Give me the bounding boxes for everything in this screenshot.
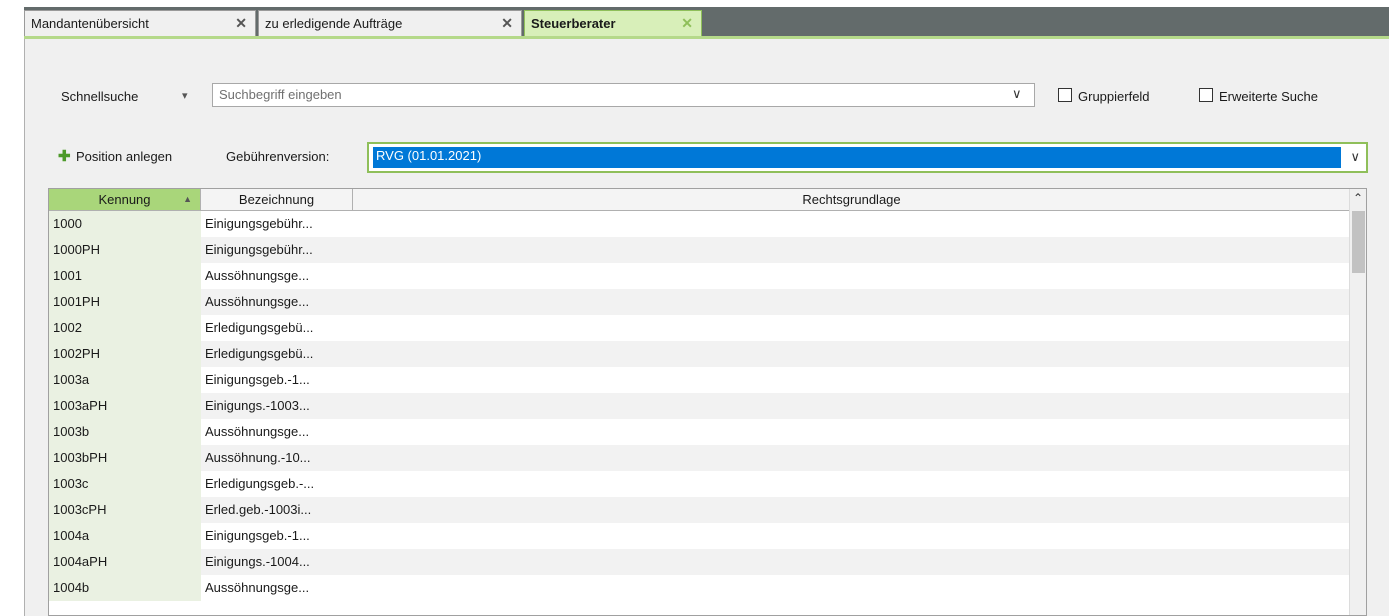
table-row[interactable]: 1004b Aussöhnungsge...	[49, 575, 1351, 601]
kennung-cell: 1000PH	[49, 237, 201, 263]
kennung-cell: 1003a	[49, 367, 201, 393]
kennung-cell: 1003bPH	[49, 445, 201, 471]
kennung-cell: 1000	[49, 211, 201, 237]
rechtsgrundlage-cell	[353, 575, 1351, 601]
rechtsgrundlage-cell	[353, 289, 1351, 315]
fee-version-label: Gebührenversion:	[226, 149, 330, 164]
bezeichnung-cell: Aussöhnungsge...	[205, 268, 310, 283]
tab-mandantenuebersicht[interactable]: Mandantenübersicht ✕	[24, 10, 256, 36]
bezeichnung-cell: Erledigungsgebü...	[201, 341, 353, 367]
bezeichnung-cell: Erled.geb.-1003i...	[201, 497, 353, 523]
add-position-button[interactable]: ✚ Position anlegen	[58, 148, 210, 166]
rechtsgrundlage-cell	[353, 211, 1351, 237]
bezeichnung-cell: Aussöhnungsge...	[205, 580, 310, 595]
bezeichnung-cell: Erledigungsgeb.-...	[205, 476, 315, 491]
column-label: Kennung	[98, 192, 151, 207]
tab-label: Steuerberater	[531, 16, 616, 31]
kennung-cell: 1004aPH	[49, 549, 201, 575]
table-row[interactable]: 1002PH Erledigungsgebü...	[49, 341, 1351, 367]
kennung-cell: 1004b	[49, 575, 201, 601]
kennung-cell: 1001	[49, 263, 201, 289]
kennung-cell: 1002	[49, 315, 201, 341]
erweiterte-suche-checkbox[interactable]	[1199, 88, 1213, 102]
tab-zu-erledigende-auftraege[interactable]: zu erledigende Aufträge ✕	[258, 10, 522, 36]
column-header-kennung[interactable]: Kennung ▲	[49, 189, 201, 211]
bezeichnung-cell: Aussöhnungsge...	[205, 424, 310, 439]
kennung-cell: 1003c	[49, 471, 201, 497]
tab-bar: Mandantenübersicht ✕ zu erledigende Auft…	[24, 7, 1389, 36]
quick-search-dropdown[interactable]: ▾	[182, 89, 188, 102]
bezeichnung-cell: Einigungsgebühr...	[201, 237, 353, 263]
column-header-bezeichnung[interactable]: Bezeichnung	[201, 189, 353, 211]
rechtsgrundlage-cell	[353, 341, 1351, 367]
tab-label: zu erledigende Aufträge	[265, 16, 403, 31]
kennung-cell: 1003b	[49, 419, 201, 445]
search-input[interactable]: Suchbegriff eingeben	[212, 83, 1035, 107]
rechtsgrundlage-cell	[353, 523, 1351, 549]
table-row[interactable]: 1004a Einigungsgeb.-1...	[49, 523, 1351, 549]
sort-asc-icon: ▲	[183, 194, 192, 204]
table-row[interactable]: 1003cPH Erled.geb.-1003i...	[49, 497, 1351, 523]
scrollbar-thumb[interactable]	[1352, 211, 1365, 273]
fee-version-value: RVG (01.01.2021)	[373, 147, 1341, 168]
kennung-cell: 1003cPH	[49, 497, 201, 523]
gruppierfeld-checkbox[interactable]	[1058, 88, 1072, 102]
bezeichnung-cell: Einigungsgeb.-1...	[205, 372, 310, 387]
bezeichnung-cell: Einigungs.-1004...	[201, 549, 353, 575]
quick-search-label: Schnellsuche	[61, 89, 139, 104]
close-icon[interactable]: ✕	[235, 15, 247, 32]
rechtsgrundlage-cell	[353, 237, 1351, 263]
bezeichnung-cell: Einigungsgeb.-1...	[205, 528, 310, 543]
kennung-cell: 1003aPH	[49, 393, 201, 419]
rechtsgrundlage-cell	[353, 263, 1351, 289]
table-row[interactable]: 1003a Einigungsgeb.-1...	[49, 367, 1351, 393]
close-icon[interactable]: ✕	[501, 15, 513, 32]
tab-label: Mandantenübersicht	[31, 16, 149, 31]
table-row[interactable]: 1003aPH Einigungs.-1003...	[49, 393, 1351, 419]
kennung-cell: 1001PH	[49, 289, 201, 315]
rechtsgrundlage-cell	[353, 471, 1351, 497]
column-header-rechtsgrundlage[interactable]: Rechtsgrundlage	[353, 189, 1351, 211]
table-row[interactable]: 1003c Erledigungsgeb.-...	[49, 471, 1351, 497]
chevron-down-icon[interactable]: ∨	[1012, 86, 1022, 102]
tab-steuerberater[interactable]: Steuerberater ✕	[524, 10, 702, 36]
table-row[interactable]: 1003bPH Aussöhnung.-10...	[49, 445, 1351, 471]
kennung-cell: 1002PH	[49, 341, 201, 367]
table-row[interactable]: 1002 Erledigungsgebü...	[49, 315, 1351, 341]
scroll-up-icon[interactable]: ⌃	[1353, 191, 1363, 205]
rechtsgrundlage-cell	[353, 367, 1351, 393]
fee-version-select[interactable]: RVG (01.01.2021) ∨	[367, 142, 1368, 173]
chevron-down-icon[interactable]: ∨	[1350, 149, 1360, 165]
column-label: Rechtsgrundlage	[802, 192, 901, 207]
bezeichnung-cell: Aussöhnungsge...	[201, 289, 353, 315]
bezeichnung-cell: Einigungs.-1003...	[201, 393, 353, 419]
kennung-cell: 1004a	[49, 523, 201, 549]
close-icon[interactable]: ✕	[681, 15, 693, 32]
vertical-scrollbar[interactable]: ⌃	[1349, 189, 1366, 615]
positions-table: Kennung ▲ Bezeichnung Rechtsgrundlage 10…	[48, 188, 1367, 616]
table-row[interactable]: 1000PH Einigungsgebühr...	[49, 237, 1351, 263]
gruppierfeld-label: Gruppierfeld	[1078, 89, 1150, 104]
column-label: Bezeichnung	[238, 192, 315, 207]
rechtsgrundlage-cell	[353, 419, 1351, 445]
table-row[interactable]: 1003b Aussöhnungsge...	[49, 419, 1351, 445]
rechtsgrundlage-cell	[353, 315, 1351, 341]
table-row[interactable]: 1001PH Aussöhnungsge...	[49, 289, 1351, 315]
table-row[interactable]: 1004aPH Einigungs.-1004...	[49, 549, 1351, 575]
rechtsgrundlage-cell	[353, 393, 1351, 419]
table-row[interactable]: 1001 Aussöhnungsge...	[49, 263, 1351, 289]
rechtsgrundlage-cell	[353, 497, 1351, 523]
bezeichnung-cell: Einigungsgebühr...	[205, 216, 313, 231]
add-position-label: Position anlegen	[76, 149, 173, 164]
bezeichnung-cell: Aussöhnung.-10...	[201, 445, 353, 471]
erweiterte-suche-label: Erweiterte Suche	[1219, 89, 1318, 104]
bezeichnung-cell: Erledigungsgebü...	[205, 320, 314, 335]
rechtsgrundlage-cell	[353, 445, 1351, 471]
plus-icon: ✚	[58, 148, 71, 165]
table-row[interactable]: 1000 Einigungsgebühr...	[49, 211, 1351, 237]
rechtsgrundlage-cell	[353, 549, 1351, 575]
